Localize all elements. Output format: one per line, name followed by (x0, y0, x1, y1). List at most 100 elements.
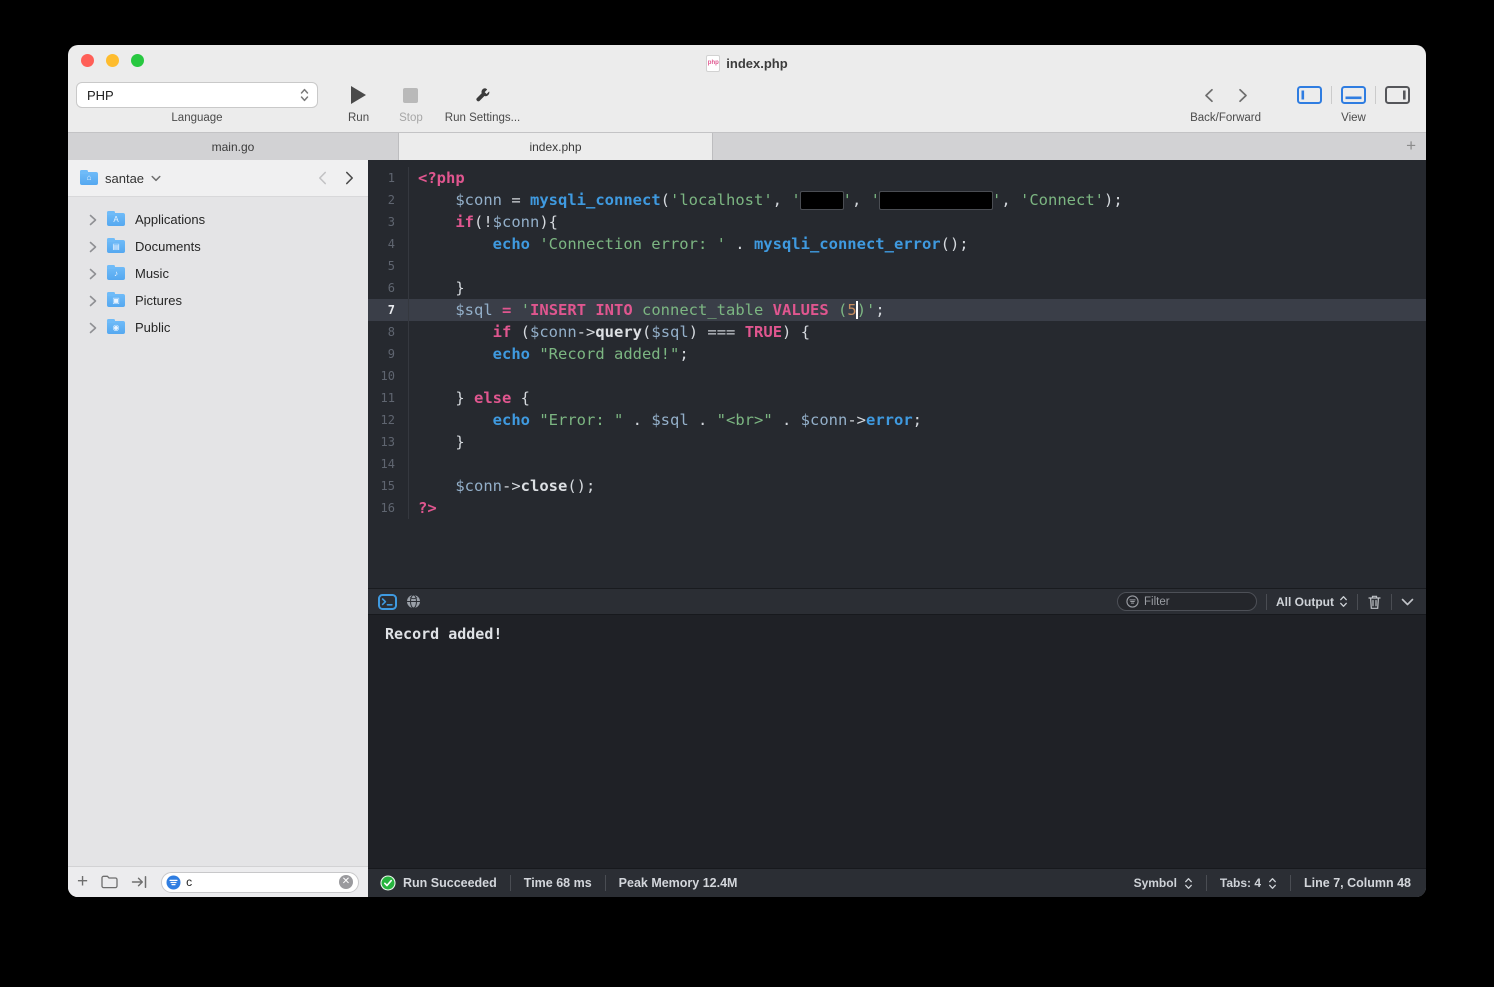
app-window: php index.php PHP Language Run Stop Run … (68, 45, 1426, 897)
disclosure-chevron-icon[interactable] (89, 214, 97, 226)
line-number: 10 (380, 369, 395, 383)
stop-button[interactable]: Stop (399, 81, 423, 124)
output-mode-select[interactable]: All Output (1276, 595, 1348, 609)
folder-icon: ▣ (107, 292, 125, 307)
chevron-down-icon[interactable] (151, 175, 161, 182)
forward-icon[interactable] (1238, 88, 1248, 103)
back-icon[interactable] (1204, 88, 1214, 103)
code-line-7[interactable]: 7 $sql = 'INSERT INTO connect_table VALU… (368, 299, 1426, 321)
folder-outline-icon (101, 875, 118, 889)
code-line-13[interactable]: 13 } (368, 431, 1426, 453)
close-button[interactable] (81, 54, 94, 67)
code-line-9[interactable]: 9 echo "Record added!"; (368, 343, 1426, 365)
toggle-console-icon[interactable] (1341, 86, 1366, 104)
folder-icon: ♪ (107, 265, 125, 280)
filter-icon (1126, 595, 1139, 608)
output-mode-value: All Output (1276, 594, 1334, 609)
web-output-icon[interactable] (406, 594, 421, 609)
code-line-1[interactable]: 1 <?php (368, 167, 1426, 189)
code-line-5[interactable]: 5 (368, 255, 1426, 277)
toggle-sidebar-icon[interactable] (1297, 86, 1322, 104)
disclosure-chevron-icon[interactable] (89, 322, 97, 334)
code-line-3[interactable]: 3 if(!$conn){ (368, 211, 1426, 233)
tab-main-go[interactable]: main.go (68, 133, 399, 160)
toggle-right-panel-icon[interactable] (1385, 86, 1410, 104)
new-tab-button[interactable]: + (1406, 136, 1416, 156)
code-line-4[interactable]: 4 echo 'Connection error: ' . mysqli_con… (368, 233, 1426, 255)
disclosure-chevron-icon[interactable] (89, 268, 97, 280)
console-output-text: Record added! (385, 625, 503, 643)
sidebar-item-public[interactable]: ◉ Public (68, 314, 368, 341)
redacted-credential (799, 191, 844, 210)
symbol-select[interactable]: Symbol (1134, 876, 1193, 890)
sidebar-item-label: Pictures (135, 293, 182, 308)
clear-filter-icon[interactable]: ✕ (339, 875, 353, 889)
collapse-console-button[interactable] (1401, 598, 1414, 606)
window-title: index.php (726, 55, 788, 71)
disclosure-chevron-icon[interactable] (89, 241, 97, 253)
code-line-16[interactable]: 16 ?> (368, 497, 1426, 519)
tab-index-php[interactable]: index.php (399, 133, 713, 160)
filter-icon (166, 875, 181, 889)
code-line-10[interactable]: 10 (368, 365, 1426, 387)
zoom-button[interactable] (131, 54, 144, 67)
clear-console-button[interactable] (1367, 594, 1382, 610)
console-filter-placeholder: Filter (1144, 595, 1170, 608)
sidebar-forward-icon[interactable] (345, 171, 354, 185)
sidebar-item-applications[interactable]: A Applications (68, 206, 368, 233)
folder-icon: A (107, 211, 125, 226)
console-tab-icon[interactable] (378, 593, 397, 610)
sidebar-filter-input[interactable]: c ✕ (161, 871, 359, 893)
minimize-button[interactable] (106, 54, 119, 67)
toolbar: PHP Language Run Stop Run Settings... Ba… (68, 75, 1426, 132)
language-value: PHP (87, 87, 114, 103)
sidebar-back-icon[interactable] (318, 171, 327, 185)
line-number: 9 (387, 347, 395, 361)
console-output[interactable]: Record added! (368, 615, 1426, 868)
add-file-button[interactable]: + (77, 872, 88, 891)
run-status-text: Run Succeeded (403, 876, 497, 890)
sidebar-item-label: Documents (135, 239, 201, 254)
language-label: Language (171, 112, 223, 124)
language-tool: PHP Language (76, 81, 318, 124)
sidebar-header: ⌂ santae (68, 160, 368, 197)
folder-icon: ▤ (107, 238, 125, 253)
tab-label: main.go (211, 139, 255, 154)
code-line-2[interactable]: 2 $conn = mysqli_connect('localhost', ' '… (368, 189, 1426, 211)
run-status: Run Succeeded (380, 875, 497, 891)
view-label: View (1341, 112, 1366, 124)
sidebar-item-pictures[interactable]: ▣ Pictures (68, 287, 368, 314)
stepper-icon (300, 88, 309, 102)
disclosure-chevron-icon[interactable] (89, 295, 97, 307)
code-line-12[interactable]: 12 echo "Error: " . $sql . "<br>" . $con… (368, 409, 1426, 431)
sidebar-item-label: Applications (135, 212, 206, 227)
back-forward-label: Back/Forward (1190, 112, 1261, 124)
sidebar-root-label[interactable]: santae (105, 171, 144, 186)
sidebar-item-documents[interactable]: ▤ Documents (68, 233, 368, 260)
file-sidebar: ⌂ santae A Applications ▤ Documents ♪ Music ▣ P… (68, 160, 368, 897)
code-line-14[interactable]: 14 (368, 453, 1426, 475)
sidebar-item-music[interactable]: ♪ Music (68, 260, 368, 287)
run-button[interactable]: Run (348, 81, 369, 124)
status-bar: Run Succeeded Time 68 ms Peak Memory 12.… (368, 868, 1426, 897)
tab-width-select[interactable]: Tabs: 4 (1220, 876, 1277, 890)
line-number: 8 (387, 325, 395, 339)
line-number: 5 (387, 259, 395, 273)
trash-icon (1368, 595, 1381, 609)
cursor-position[interactable]: Line 7, Column 48 (1304, 876, 1411, 890)
language-select[interactable]: PHP (76, 82, 318, 108)
run-settings-button[interactable]: Run Settings... (445, 81, 520, 124)
home-folder-icon: ⌂ (80, 169, 98, 185)
code-line-6[interactable]: 6 } (368, 277, 1426, 299)
code-line-11[interactable]: 11 } else { (368, 387, 1426, 409)
console-filter-input[interactable]: Filter (1117, 592, 1258, 611)
new-folder-button[interactable] (101, 875, 118, 889)
reveal-file-button[interactable] (131, 875, 148, 889)
code-line-15[interactable]: 15 $conn->close(); (368, 475, 1426, 497)
tab-width-label: Tabs: 4 (1219, 876, 1262, 890)
redacted-credential (879, 191, 993, 210)
chevron-down-icon (1401, 598, 1414, 605)
editor[interactable]: 1 <?php 2 $conn = mysqli_connect('localhos… (368, 160, 1426, 588)
run-label: Run (348, 112, 370, 124)
code-line-8[interactable]: 8 if ($conn->query($sql) === TRUE) { (368, 321, 1426, 343)
